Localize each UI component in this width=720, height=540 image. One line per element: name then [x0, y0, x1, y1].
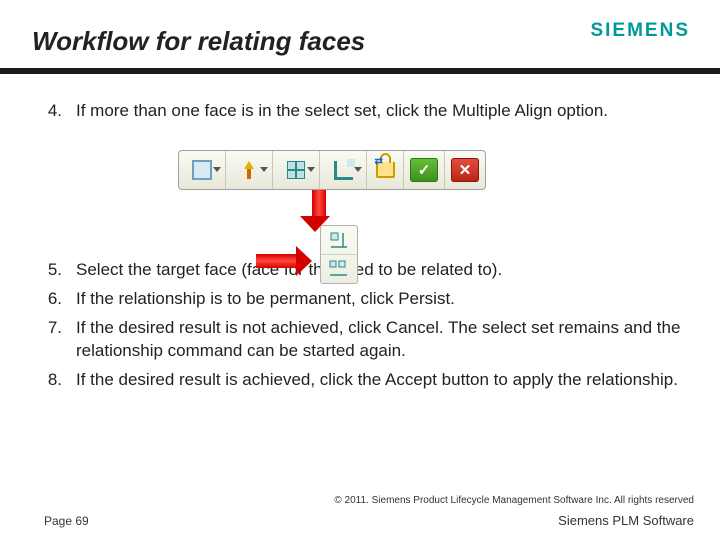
select-rectangle-icon — [192, 160, 212, 180]
multiple-align-icon — [287, 161, 305, 179]
list-item: 5. Select the target face (face for the … — [44, 259, 688, 282]
list-item: 7. If the desired result is not achieved… — [44, 317, 688, 363]
red-arrow-right-icon — [256, 254, 312, 276]
step-text: If more than one face is in the select s… — [76, 100, 688, 123]
page-title: Workflow for relating faces — [32, 26, 365, 57]
step-text: If the desired result is achieved, click… — [76, 369, 688, 392]
seed-face-button[interactable] — [226, 151, 273, 189]
align-single-icon — [329, 231, 349, 249]
copyright-text: © 2011. Siemens Product Lifecycle Manage… — [334, 495, 694, 506]
step-number: 4. — [44, 100, 62, 123]
select-rectangle-button[interactable] — [179, 151, 226, 189]
align-dropdown — [320, 225, 358, 284]
header-rule — [0, 68, 720, 74]
check-icon: ✓ — [410, 158, 438, 182]
step-number: 7. — [44, 317, 62, 363]
align-multiple-icon — [329, 260, 349, 278]
align-multiple-option[interactable] — [321, 255, 357, 283]
multiple-align-button[interactable] — [273, 151, 320, 189]
step-text: Select the target face (face for the see… — [76, 259, 688, 282]
align-single-option[interactable] — [321, 226, 357, 255]
cancel-button[interactable]: ✕ — [445, 151, 485, 189]
siemens-logo: SIEMENS — [590, 20, 690, 42]
step-number: 8. — [44, 369, 62, 392]
list-item: 8. If the desired result is achieved, cl… — [44, 369, 688, 392]
relate-faces-toolbar: ⇄ ✓ ✕ — [178, 150, 486, 190]
step-text: If the relationship is to be permanent, … — [76, 288, 688, 311]
step-list: 4. If more than one face is in the selec… — [44, 100, 688, 123]
persist-button[interactable]: ⇄ — [367, 151, 404, 189]
list-item: 4. If more than one face is in the selec… — [44, 100, 688, 123]
step-list: 5. Select the target face (face for the … — [44, 259, 688, 392]
step-text: If the desired result is not achieved, c… — [76, 317, 688, 363]
seed-face-icon — [241, 161, 257, 179]
page-number: Page 69 — [44, 514, 89, 528]
x-icon: ✕ — [451, 158, 479, 182]
list-item: 6. If the relationship is to be permanen… — [44, 288, 688, 311]
align-type-icon — [334, 161, 353, 180]
product-name: Siemens PLM Software — [558, 513, 694, 528]
align-type-button[interactable] — [320, 151, 367, 189]
step-number: 5. — [44, 259, 62, 282]
step-number: 6. — [44, 288, 62, 311]
lock-icon: ⇄ — [376, 162, 395, 178]
accept-button[interactable]: ✓ — [404, 151, 445, 189]
